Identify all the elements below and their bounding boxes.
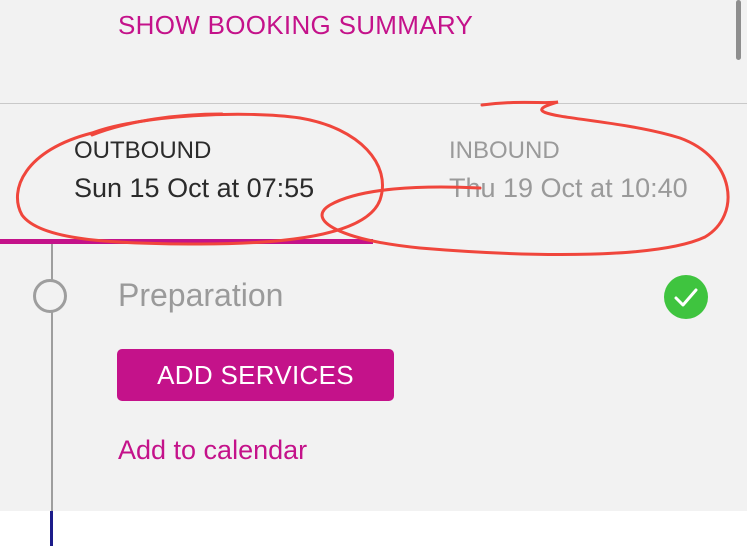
add-to-calendar-link[interactable]: Add to calendar bbox=[118, 435, 307, 466]
tab-inbound[interactable]: INBOUND Thu 19 Oct at 10:40 bbox=[449, 136, 688, 208]
tab-inbound-date: Thu 19 Oct at 10:40 bbox=[449, 173, 688, 203]
tab-inbound-label: INBOUND bbox=[449, 137, 560, 164]
timeline-line-next bbox=[50, 511, 53, 546]
booking-screen: SHOW BOOKING SUMMARY OUTBOUND Sun 15 Oct… bbox=[0, 0, 747, 546]
add-services-button[interactable]: ADD SERVICES bbox=[117, 349, 394, 401]
tab-outbound-date: Sun 15 Oct at 07:55 bbox=[74, 173, 315, 203]
step-title: Preparation bbox=[118, 277, 284, 313]
tab-outbound-label: OUTBOUND bbox=[74, 137, 212, 164]
show-booking-summary-link[interactable]: SHOW BOOKING SUMMARY bbox=[118, 10, 473, 41]
header: SHOW BOOKING SUMMARY bbox=[0, 0, 747, 104]
active-tab-indicator bbox=[0, 239, 373, 244]
next-section bbox=[0, 511, 747, 546]
tab-outbound[interactable]: OUTBOUND Sun 15 Oct at 07:55 bbox=[74, 136, 314, 208]
timeline-node bbox=[33, 279, 67, 313]
check-circle-icon bbox=[664, 275, 708, 319]
scrollbar[interactable] bbox=[736, 0, 741, 60]
